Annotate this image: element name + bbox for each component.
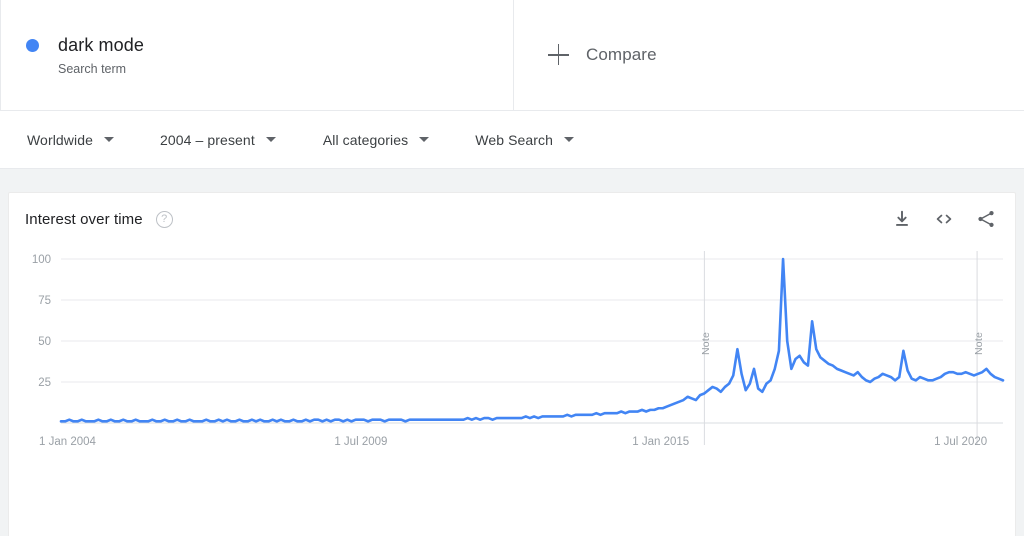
help-circle-icon[interactable]: ?	[156, 211, 173, 228]
compare-cell: Compare	[514, 0, 1024, 110]
search-term-card[interactable]: dark mode Search term	[0, 0, 514, 111]
filter-location-label: Worldwide	[27, 132, 93, 148]
y-axis-tick-label: 50	[38, 336, 51, 348]
filter-search-type[interactable]: Web Search	[475, 132, 574, 148]
search-term-content: dark mode Search term	[1, 34, 144, 78]
series-color-dot	[26, 39, 39, 52]
search-term-bar: dark mode Search term Compare	[0, 0, 1024, 111]
chart-area[interactable]: 100 75 50 25 1 Jan 2004 1 Jul 2009 1 Jan 2015 1…	[9, 245, 1017, 475]
google-trends-page: dark mode Search term Compare Worldwide …	[0, 0, 1024, 536]
filter-search-type-label: Web Search	[475, 132, 553, 148]
compare-label: Compare	[586, 45, 657, 65]
interest-over-time-card: Interest over time ? 10	[8, 192, 1016, 536]
filter-time-range[interactable]: 2004 – present	[160, 132, 276, 148]
filter-time-range-label: 2004 – present	[160, 132, 255, 148]
filter-category-label: All categories	[323, 132, 408, 148]
x-axis-tick-label: 1 Jan 2015	[632, 436, 689, 448]
interest-over-time-chart[interactable]: 100 75 50 25 1 Jan 2004 1 Jul 2009 1 Jan 2015 1…	[9, 245, 1017, 475]
download-icon[interactable]	[891, 208, 913, 230]
y-axis-tick-label: 25	[38, 377, 51, 389]
y-axis-tick-label: 100	[32, 254, 51, 266]
plus-icon	[548, 44, 570, 66]
share-icon[interactable]	[975, 208, 997, 230]
card-actions	[891, 208, 997, 230]
note-annotation-label[interactable]: Note	[973, 332, 985, 355]
chevron-down-icon	[266, 137, 276, 142]
search-term-type: Search term	[58, 60, 144, 78]
filter-bar: Worldwide 2004 – present All categories …	[0, 111, 1024, 169]
add-comparison-button[interactable]: Compare	[548, 44, 657, 66]
filter-location[interactable]: Worldwide	[27, 132, 114, 148]
filter-category[interactable]: All categories	[323, 132, 429, 148]
y-axis-tick-label: 75	[38, 295, 51, 307]
note-annotation-label[interactable]: Note	[700, 332, 712, 355]
chevron-down-icon	[419, 137, 429, 142]
search-term-texts: dark mode Search term	[58, 34, 144, 78]
page-title: Interest over time	[25, 211, 143, 228]
embed-code-icon[interactable]	[933, 208, 955, 230]
card-title-wrap: Interest over time ?	[25, 211, 173, 228]
x-axis-tick-label: 1 Jul 2020	[934, 436, 987, 448]
search-term-title: dark mode	[58, 34, 144, 56]
x-axis-tick-label: 1 Jan 2004	[39, 436, 97, 448]
x-axis-tick-label: 1 Jul 2009	[334, 436, 387, 448]
chevron-down-icon	[564, 137, 574, 142]
chevron-down-icon	[104, 137, 114, 142]
card-header: Interest over time ?	[9, 193, 1015, 245]
trend-line-series[interactable]	[61, 259, 1003, 421]
